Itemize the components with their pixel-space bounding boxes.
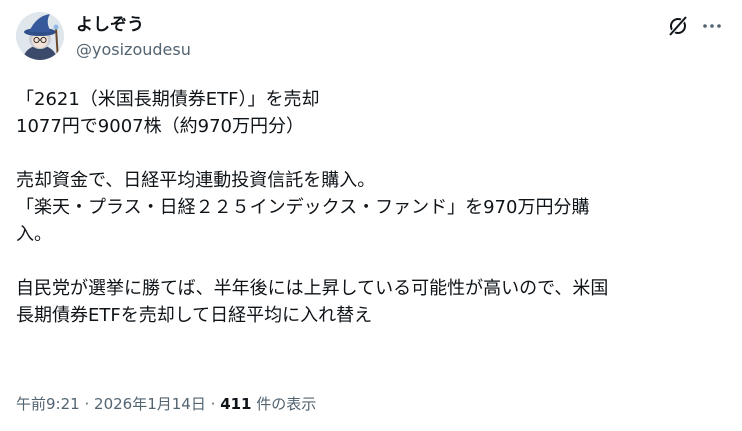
post-text-line: 入。: [16, 224, 52, 245]
post-text-line: 「楽天・プラス・日経２２５インデックス・ファンド」を970万円分購: [16, 197, 590, 218]
meta-separator: ·: [84, 395, 90, 413]
post-meta: 午前9:21 · 2026年1月14日 · 411 件の表示: [16, 394, 316, 414]
grok-icon[interactable]: [666, 14, 690, 38]
author-name[interactable]: よしぞう: [76, 14, 144, 36]
views-label[interactable]: 件の表示: [256, 395, 316, 413]
post-text-line: 長期債券ETFを売却して日経平均に入れ替え: [16, 305, 373, 326]
avatar-image: [16, 12, 64, 60]
post-text-line: 売却資金で、日経平均連動投資信託を購入。: [16, 170, 376, 191]
post-text-line: 自民党が選挙に勝てば、半年後には上昇している可能性が高いので、米国: [16, 278, 609, 299]
post: よしぞう @yosizoudesu 「2621（米国長期債券ETF）」を売却 1…: [0, 0, 742, 431]
post-text-line: 1077円で9007株（約970万円分）: [16, 116, 304, 137]
meta-separator: ·: [210, 395, 216, 413]
post-text-line: 「2621（米国長期債券ETF）」を売却: [16, 89, 320, 110]
views-count[interactable]: 411: [220, 395, 251, 413]
post-time[interactable]: 午前9:21: [16, 395, 80, 413]
post-text: 「2621（米国長期債券ETF）」を売却 1077円で9007株（約970万円分…: [16, 86, 716, 329]
post-date[interactable]: 2026年1月14日: [94, 395, 206, 413]
avatar[interactable]: [16, 12, 64, 60]
more-icon[interactable]: [700, 14, 724, 38]
author-handle[interactable]: @yosizoudesu: [76, 40, 191, 60]
